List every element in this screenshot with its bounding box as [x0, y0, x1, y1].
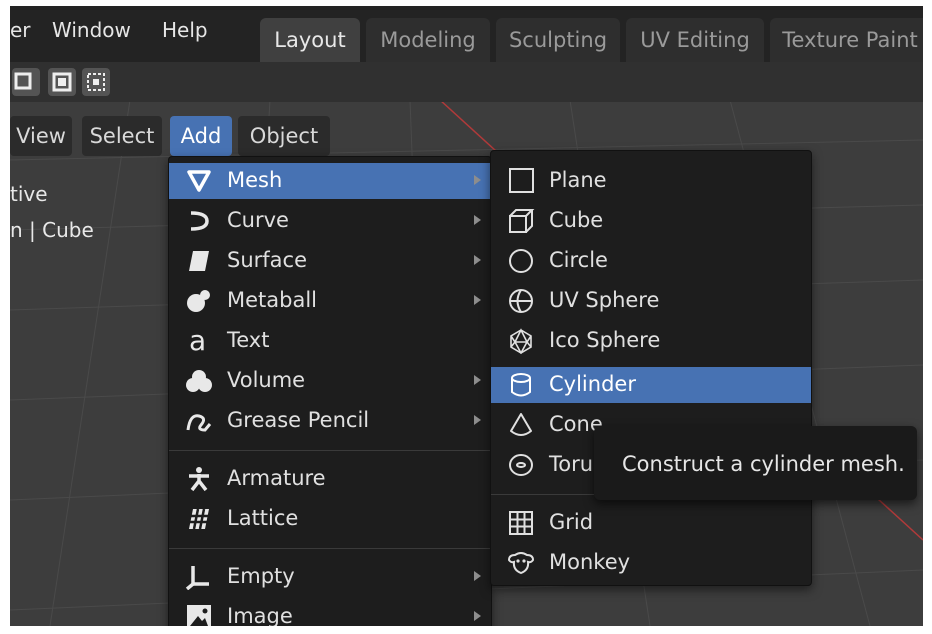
- add-menu-item-metaball[interactable]: Metaball: [169, 283, 491, 319]
- plane-icon: [507, 168, 535, 194]
- add-menu-label-empty: Empty: [227, 564, 295, 588]
- curve-icon: [185, 208, 213, 234]
- add-menu-item-curve[interactable]: Curve: [169, 203, 491, 239]
- mesh-submenu: Plane Cube Circle UV Sphere Ico Sphere C…: [490, 150, 812, 586]
- add-menu-label-lattice: Lattice: [227, 506, 299, 530]
- add-menu-item-image[interactable]: Image: [169, 599, 491, 626]
- add-menu-label-volume: Volume: [227, 368, 306, 392]
- menu-help[interactable]: Help: [162, 18, 208, 42]
- select-mode-new-icon[interactable]: [12, 68, 40, 96]
- add-menu-label-surface: Surface: [227, 248, 308, 272]
- add-menu-label-mesh: Mesh: [227, 168, 283, 192]
- circle-icon: [507, 248, 535, 274]
- add-menu-item-volume[interactable]: Volume: [169, 363, 491, 399]
- tab-sculpting[interactable]: Sculpting: [496, 18, 620, 62]
- monkey-icon: [507, 550, 535, 576]
- svg-text:a: a: [189, 328, 206, 354]
- mesh-item-cube[interactable]: Cube: [491, 203, 811, 239]
- add-menu-label-metaball: Metaball: [227, 288, 318, 312]
- submenu-arrow-icon: [474, 571, 481, 581]
- torus-icon: [507, 452, 535, 478]
- add-menu-item-empty[interactable]: Empty: [169, 559, 491, 595]
- submenu-arrow-icon: [474, 375, 481, 385]
- grease-pencil-icon: [185, 408, 213, 434]
- view-menu-button[interactable]: View: [10, 116, 72, 156]
- tooltip: Construct a cylinder mesh.: [594, 426, 917, 500]
- submenu-arrow-icon: [474, 175, 481, 185]
- tab-modeling[interactable]: Modeling: [366, 18, 490, 62]
- add-menu-label-grease-pencil: Grease Pencil: [227, 408, 370, 432]
- menu-window[interactable]: Window: [52, 18, 131, 42]
- submenu-arrow-icon: [474, 611, 481, 621]
- grid-icon: [507, 510, 535, 536]
- tool-header: [10, 62, 923, 102]
- empty-icon: [185, 564, 213, 591]
- tooltip-text: Construct a cylinder mesh.: [622, 452, 905, 476]
- mesh-label-cylinder: Cylinder: [549, 372, 636, 396]
- mesh-item-uv-sphere[interactable]: UV Sphere: [491, 283, 811, 319]
- mesh-label-cube: Cube: [549, 208, 604, 232]
- mesh-icon: [185, 168, 213, 194]
- volume-icon: [185, 368, 213, 394]
- tab-texture-paint[interactable]: Texture Paint: [770, 18, 923, 62]
- add-menu-item-grease-pencil[interactable]: Grease Pencil: [169, 403, 491, 439]
- mesh-item-grid[interactable]: Grid: [491, 505, 811, 541]
- select-mode-subtract-icon[interactable]: [82, 68, 110, 96]
- add-menu-dropdown: Mesh Curve Surface Metaball a Text Volum…: [168, 156, 492, 626]
- mesh-item-plane[interactable]: Plane: [491, 163, 811, 199]
- mesh-label-ico-sphere: Ico Sphere: [549, 328, 661, 352]
- mesh-label-grid: Grid: [549, 510, 594, 534]
- add-menu-button[interactable]: Add: [170, 116, 232, 156]
- text-icon: a: [185, 324, 213, 357]
- add-menu-item-mesh[interactable]: Mesh: [169, 163, 491, 199]
- viewport-mode-text: tive: [10, 182, 48, 206]
- menu-separator: [169, 548, 491, 549]
- image-icon: [185, 604, 213, 626]
- add-menu-label-curve: Curve: [227, 208, 289, 232]
- blender-window: er Window Help Layout Modeling Sculpting…: [10, 6, 923, 626]
- ico-sphere-icon: [507, 328, 535, 355]
- lattice-icon: [185, 506, 213, 532]
- top-bar: er Window Help Layout Modeling Sculpting…: [10, 6, 923, 62]
- metaball-icon: [185, 288, 213, 314]
- select-mode-extend-icon[interactable]: [48, 68, 76, 96]
- add-menu-label-text: Text: [227, 328, 270, 352]
- uv-sphere-icon: [507, 288, 535, 314]
- mesh-label-plane: Plane: [549, 168, 607, 192]
- submenu-arrow-icon: [474, 415, 481, 425]
- add-menu-item-lattice[interactable]: Lattice: [169, 501, 491, 537]
- cube-icon: [507, 208, 535, 234]
- add-menu-item-surface[interactable]: Surface: [169, 243, 491, 279]
- surface-icon: [185, 248, 213, 274]
- add-menu-label-image: Image: [227, 604, 293, 626]
- submenu-arrow-icon: [474, 215, 481, 225]
- submenu-arrow-icon: [474, 255, 481, 265]
- add-menu-item-armature[interactable]: Armature: [169, 461, 491, 497]
- cylinder-icon: [507, 372, 535, 398]
- mesh-label-monkey: Monkey: [549, 550, 631, 574]
- mesh-item-monkey[interactable]: Monkey: [491, 545, 811, 581]
- tab-layout[interactable]: Layout: [260, 18, 360, 62]
- mesh-item-ico-sphere[interactable]: Ico Sphere: [491, 323, 811, 359]
- menu-render[interactable]: er: [10, 18, 31, 42]
- submenu-arrow-icon: [474, 295, 481, 305]
- mesh-label-circle: Circle: [549, 248, 608, 272]
- select-menu-button[interactable]: Select: [82, 116, 162, 156]
- add-menu-item-text[interactable]: a Text: [169, 323, 491, 359]
- mesh-label-uv-sphere: UV Sphere: [549, 288, 660, 312]
- tab-uv-editing[interactable]: UV Editing: [626, 18, 764, 62]
- menu-separator: [169, 450, 491, 451]
- mesh-item-cylinder[interactable]: Cylinder: [491, 367, 811, 403]
- cone-icon: [507, 412, 535, 438]
- viewport-object-text: n | Cube: [10, 218, 94, 242]
- armature-icon: [185, 466, 213, 492]
- add-menu-label-armature: Armature: [227, 466, 326, 490]
- object-menu-button[interactable]: Object: [238, 116, 330, 156]
- mesh-item-circle[interactable]: Circle: [491, 243, 811, 279]
